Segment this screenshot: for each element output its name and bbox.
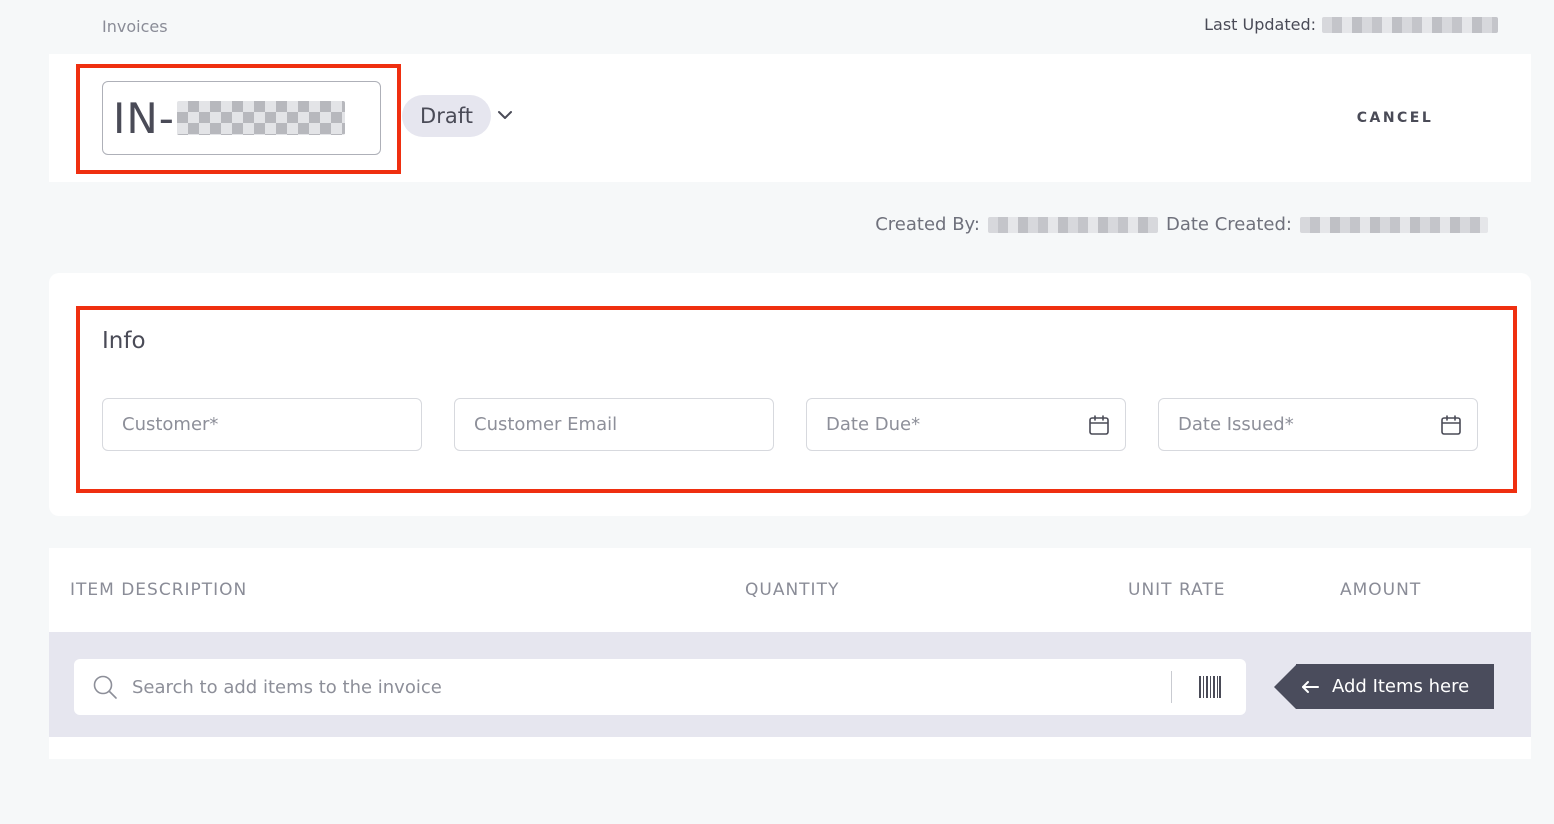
item-search-input[interactable] [132,659,1162,715]
cancel-button[interactable]: CANCEL [1340,104,1450,132]
last-updated: Last Updated: [1204,15,1498,34]
highlight-invoice-number [76,64,401,174]
column-header-item-description: ITEM DESCRIPTION [70,580,248,600]
column-header-amount: AMOUNT [1340,580,1422,600]
created-by-label: Created By: [875,214,980,235]
search-icon [93,675,117,699]
created-by-value-redacted [987,216,1158,233]
item-search-box[interactable] [74,659,1246,715]
search-divider [1171,671,1172,703]
barcode-icon[interactable] [1198,674,1222,700]
top-bar: Invoices Last Updated: [0,0,1554,54]
callout-body: Add Items here [1296,664,1494,709]
breadcrumb-invoices[interactable]: Invoices [102,17,168,36]
last-updated-label: Last Updated: [1204,15,1316,34]
status-badge[interactable]: Draft [402,95,491,137]
created-meta-row: Created By: Date Created: [875,214,1488,235]
column-header-quantity: QUANTITY [745,580,840,600]
chevron-down-icon[interactable] [495,105,515,125]
callout-pointer [1274,664,1296,709]
arrow-left-icon [1302,680,1319,693]
date-created-value-redacted [1300,216,1488,233]
column-header-unit-rate: UNIT RATE [1128,580,1226,600]
last-updated-value-redacted [1322,16,1498,33]
highlight-info-section [76,306,1517,493]
add-items-hint-callout: Add Items here [1274,664,1494,709]
date-created-label: Date Created: [1165,214,1292,235]
add-items-hint-text: Add Items here [1332,676,1470,697]
